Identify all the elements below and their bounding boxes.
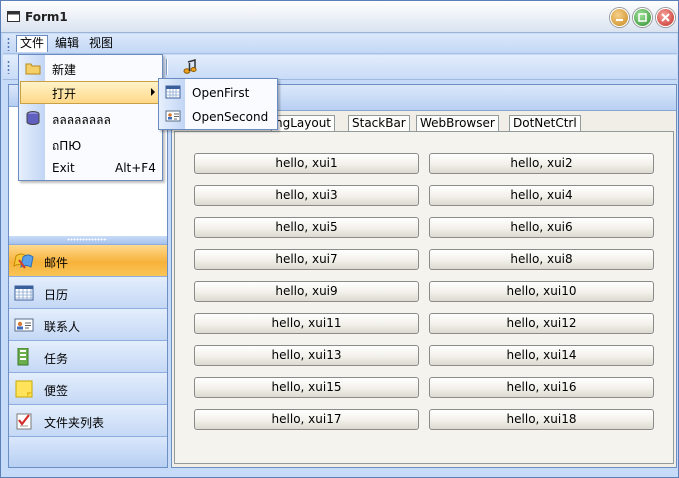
menu-item-new-label: 新建	[52, 63, 77, 77]
nav-label-tasks: 任务	[44, 352, 69, 366]
hello-xui-button-7[interactable]: hello, xui7	[194, 249, 419, 270]
tab-page: hello, xui1 hello, xui2 hello, xui3 hello, …	[174, 131, 674, 464]
hello-xui-button-18[interactable]: hello, xui18	[429, 409, 654, 430]
close-icon	[661, 13, 670, 22]
nav-label-mail: 邮件	[44, 256, 69, 270]
submenu-arrow-icon	[151, 88, 155, 96]
title-bar[interactable]: Form1	[1, 1, 678, 33]
menu-view[interactable]: 视图	[86, 35, 116, 52]
menu-edit[interactable]: 编辑	[52, 35, 82, 52]
toolbar-grip-icon[interactable]	[7, 60, 10, 74]
hello-xui-button-6[interactable]: hello, xui6	[429, 217, 654, 238]
menu-item-exit-label: Exit	[52, 161, 75, 175]
tab-stackbar[interactable]: StackBar	[348, 115, 410, 132]
submenu-item-open-second[interactable]: OpenSecond	[160, 105, 276, 129]
maximize-button[interactable]	[633, 8, 652, 27]
hello-xui-button-3[interactable]: hello, xui3	[194, 185, 419, 206]
hello-xui-button-5[interactable]: hello, xui5	[194, 217, 419, 238]
contacts-icon	[14, 318, 34, 332]
maximize-icon	[638, 13, 647, 22]
nav-button-folder-list[interactable]: 文件夹列表	[9, 404, 167, 436]
hello-xui-button-9[interactable]: hello, xui9	[194, 281, 419, 302]
navigation-pane-footer	[9, 436, 167, 467]
nav-button-tasks[interactable]: 任务	[9, 340, 167, 372]
calendar-icon	[14, 285, 34, 301]
calendar-icon	[165, 85, 181, 99]
submenu-item-open-first[interactable]: OpenFirst	[160, 81, 276, 105]
nav-button-contacts[interactable]: 联系人	[9, 308, 167, 340]
hello-xui-button-8[interactable]: hello, xui8	[429, 249, 654, 270]
menu-item-database-label: ลลลลลลลล	[52, 113, 111, 127]
menu-bar: 文件 编辑 视图	[3, 34, 677, 54]
hello-xui-button-10[interactable]: hello, xui10	[429, 281, 654, 302]
nav-label-folder-list: 文件夹列表	[44, 416, 105, 430]
nav-button-notes[interactable]: 便签	[9, 372, 167, 404]
hello-xui-button-14[interactable]: hello, xui14	[429, 345, 654, 366]
menu-item-exit[interactable]: Exit Alt+F4	[20, 157, 161, 180]
hello-xui-button-2[interactable]: hello, xui2	[429, 153, 654, 174]
menu-item-open[interactable]: 打开	[20, 81, 161, 104]
hello-xui-button-11[interactable]: hello, xui11	[194, 313, 419, 334]
nav-button-mail[interactable]: 邮件	[9, 244, 167, 276]
nav-label-notes: 便签	[44, 384, 69, 398]
folder-list-icon	[16, 413, 32, 430]
submenu-item-open-second-label: OpenSecond	[192, 110, 269, 124]
menu-file[interactable]: 文件	[16, 35, 49, 52]
nav-button-calendar[interactable]: 日历	[9, 276, 167, 308]
notes-icon	[15, 380, 33, 398]
hello-xui-button-4[interactable]: hello, xui4	[429, 185, 654, 206]
hello-xui-button-1[interactable]: hello, xui1	[194, 153, 419, 174]
menubar-grip-icon[interactable]	[7, 37, 10, 51]
database-icon	[26, 111, 40, 125]
toolbar-separator	[166, 59, 167, 75]
menu-item-save[interactable]: ถПЮ	[20, 133, 161, 156]
music-note-icon[interactable]	[182, 59, 198, 75]
menu-item-save-label: ถПЮ	[52, 139, 82, 153]
hello-xui-button-17[interactable]: hello, xui17	[194, 409, 419, 430]
minimize-icon	[616, 19, 623, 21]
menu-item-database[interactable]: ลลลลลลลล	[20, 107, 161, 130]
nav-label-calendar: 日历	[44, 288, 69, 302]
window-title: Form1	[25, 10, 68, 24]
tab-ng-layout[interactable]: ngLayout	[271, 115, 336, 132]
menu-item-new[interactable]: 新建	[20, 57, 161, 80]
hello-xui-button-16[interactable]: hello, xui16	[429, 377, 654, 398]
close-button[interactable]	[656, 8, 675, 27]
file-menu-dropdown: 新建 打开 ลลลลลลลล ถПЮ Exit Alt+F4	[18, 54, 163, 181]
minimize-button[interactable]	[610, 8, 629, 27]
folder-icon	[25, 63, 41, 75]
menu-item-exit-shortcut: Alt+F4	[115, 161, 156, 175]
app-icon	[7, 11, 20, 22]
hello-xui-button-13[interactable]: hello, xui13	[194, 345, 419, 366]
hello-xui-button-15[interactable]: hello, xui15	[194, 377, 419, 398]
navigation-splitter[interactable]	[9, 236, 167, 244]
menu-item-open-label: 打开	[52, 87, 77, 101]
open-submenu: OpenFirst OpenSecond	[158, 78, 278, 130]
tab-dotnetctrl[interactable]: DotNetCtrl	[509, 115, 581, 132]
hello-xui-button-12[interactable]: hello, xui12	[429, 313, 654, 334]
main-window: Form1 文件 编辑 视图 邮件 日历 联系人 任务 便签 文件夹列表 ngL…	[0, 0, 679, 478]
contact-card-icon	[165, 110, 181, 122]
nav-label-contacts: 联系人	[44, 320, 81, 334]
tab-webbrowser[interactable]: WebBrowser	[416, 115, 499, 132]
content-panel: ngLayout StackBar WebBrowser DotNetCtrl …	[171, 84, 677, 468]
submenu-item-open-first-label: OpenFirst	[192, 86, 250, 100]
mail-icon	[13, 253, 34, 269]
tasks-icon	[17, 348, 29, 366]
